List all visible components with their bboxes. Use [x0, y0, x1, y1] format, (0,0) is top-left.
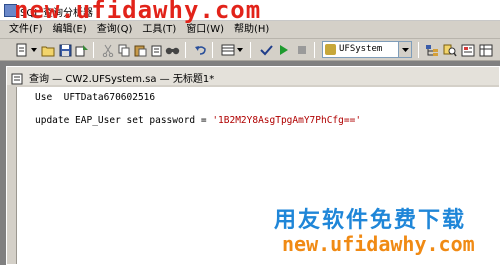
database-icon: [325, 44, 336, 55]
code-keyword: update: [35, 115, 70, 126]
code-keyword: Use: [35, 92, 53, 103]
code-text: EAP_User set password =: [69, 115, 213, 126]
toolbar-separator: [314, 42, 315, 58]
open-icon[interactable]: [40, 42, 56, 58]
toolbar-separator: [418, 42, 419, 58]
chevron-down-icon[interactable]: [30, 42, 38, 58]
save-icon[interactable]: [57, 42, 73, 58]
watermark-brand: 用友软件免费下载: [274, 208, 467, 233]
copy-icon[interactable]: [116, 42, 132, 58]
object-browser-icon[interactable]: [424, 42, 440, 58]
toolbar-separator: [250, 42, 251, 58]
query-window-titlebar[interactable]: 查询 — CW2.UFSystem.sa — 无标题1*: [7, 67, 499, 85]
query-window-title: 查询 — CW2.UFSystem.sa — 无标题1*: [29, 74, 215, 85]
database-select-value: UFSystem: [339, 44, 383, 54]
paste-icon[interactable]: [132, 42, 148, 58]
check-icon[interactable]: [258, 42, 274, 58]
query-icon: [11, 70, 23, 85]
toolbar-separator: [212, 42, 213, 58]
code-line: Use UFTData670602516: [35, 92, 155, 103]
undo-icon[interactable]: [192, 42, 208, 58]
toolbar-separator: [93, 42, 94, 58]
chevron-down-icon[interactable]: [398, 42, 411, 57]
toolbar: UFSystem: [0, 39, 500, 61]
find-icon[interactable]: [164, 42, 180, 58]
code-line: update EAP_User set password = '1B2M2Y8A…: [35, 115, 361, 126]
run-icon[interactable]: [276, 42, 292, 58]
execute-mode-icon[interactable]: [220, 42, 236, 58]
load-icon[interactable]: [74, 42, 90, 58]
query-analyzer-window: SQL 查询分析器 文件(F) 编辑(E) 查询(Q) 工具(T) 窗口(W) …: [0, 0, 500, 265]
database-select[interactable]: UFSystem: [322, 41, 412, 58]
properties-icon[interactable]: [460, 42, 476, 58]
new-query-icon[interactable]: [14, 42, 30, 58]
clear-icon[interactable]: [148, 42, 164, 58]
watermark-url-bottom: new.ufidawhy.com: [282, 232, 475, 256]
watermark-url-top: new.ufidawhy.com: [14, 0, 262, 24]
toolbar-separator: [185, 42, 186, 58]
stop-icon[interactable]: [294, 42, 310, 58]
code-text: UFTData670602516: [52, 92, 156, 103]
chevron-down-icon[interactable]: [236, 42, 244, 58]
cut-icon[interactable]: [100, 42, 116, 58]
object-search-icon[interactable]: [442, 42, 458, 58]
results-icon[interactable]: [478, 42, 494, 58]
code-string-literal: '1B2M2Y8AsgTpgAmY7PhCfg==': [212, 115, 362, 126]
